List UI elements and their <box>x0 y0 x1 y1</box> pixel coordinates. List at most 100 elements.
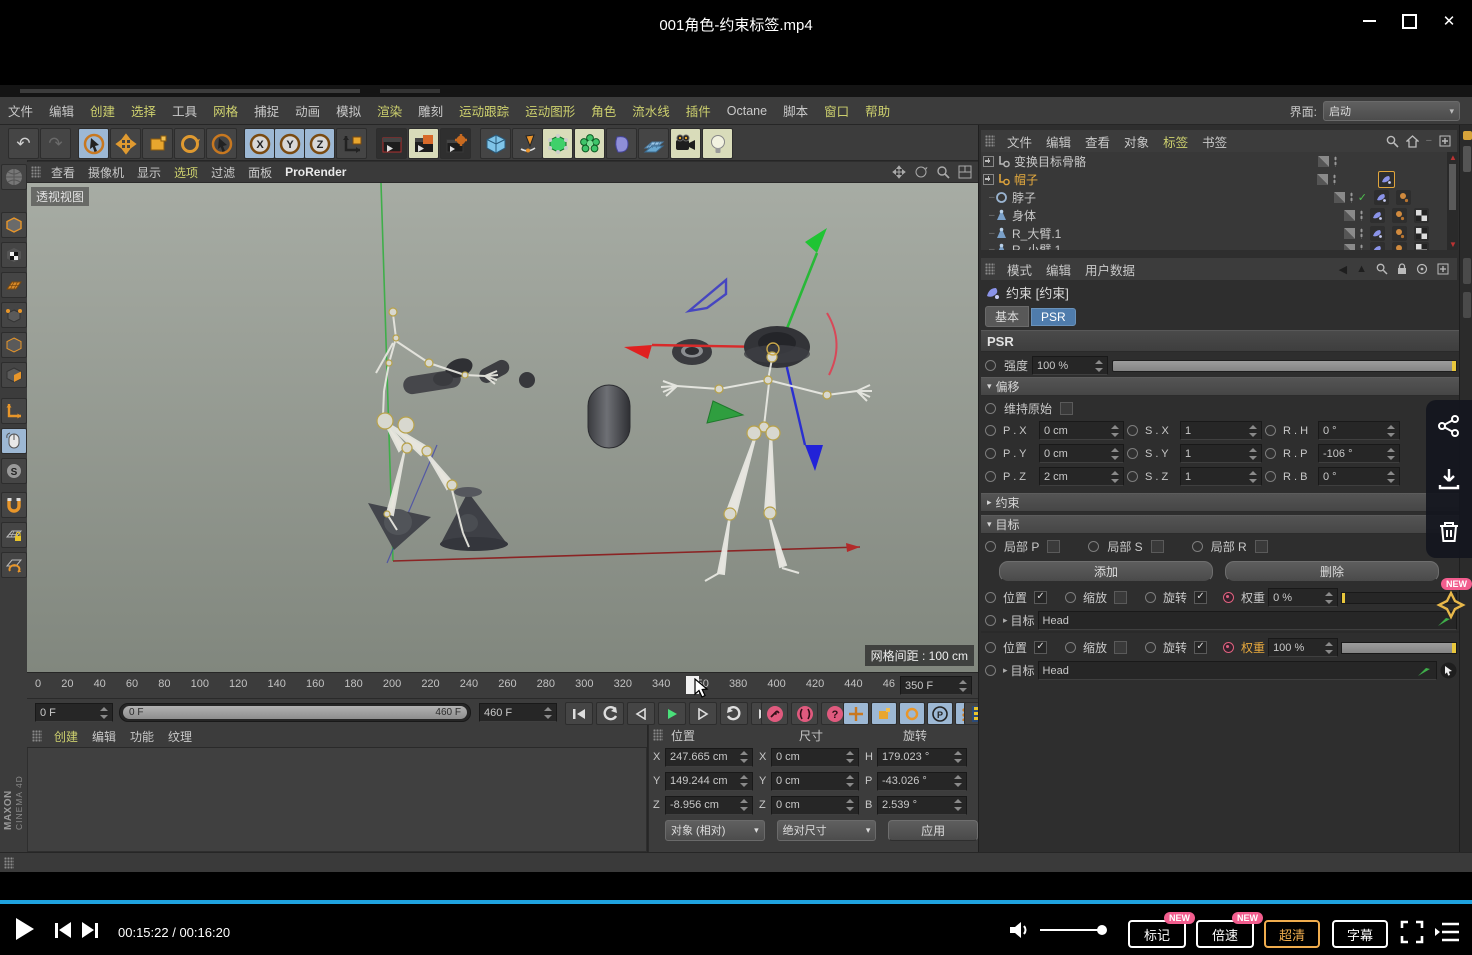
layer-toggle-icon[interactable] <box>1344 210 1355 221</box>
mat-menu-function[interactable]: 功能 <box>130 728 154 745</box>
rot-h-field[interactable]: 179.023 ° <box>877 748 967 767</box>
pick-arrow-icon[interactable] <box>1417 664 1432 677</box>
texture-tag-icon[interactable] <box>1414 242 1429 250</box>
menu-mesh[interactable]: 网格 <box>213 101 238 120</box>
layer-toggle-icon[interactable] <box>1344 228 1355 239</box>
current-frame-field[interactable]: 350 F <box>900 676 972 695</box>
prev-frame-button[interactable] <box>627 702 655 725</box>
target-field-2[interactable]: Head <box>1038 661 1437 680</box>
sculpt-sphere-button[interactable] <box>1 164 27 190</box>
delete-target-button[interactable]: 删除 <box>1225 561 1439 582</box>
home-icon[interactable] <box>1406 135 1419 148</box>
lock-icon[interactable] <box>1397 263 1407 275</box>
parent-up-icon[interactable]: ▲ <box>1356 263 1367 275</box>
weight-slider-2[interactable] <box>1341 642 1457 654</box>
tree-row-body[interactable]: – 身体 <box>981 206 1447 224</box>
rot-b-field[interactable]: 2.539 ° <box>877 796 967 815</box>
play-button-c4d[interactable] <box>658 702 686 725</box>
viewport-solo-button[interactable] <box>1 428 27 454</box>
tree-row-lower-arm[interactable]: – R_小臂.1 <box>981 242 1447 250</box>
key-circle-icon[interactable] <box>985 471 996 482</box>
om-menu-view[interactable]: 查看 <box>1085 132 1110 151</box>
key-circle-icon[interactable] <box>985 360 996 371</box>
rotation-checkbox[interactable]: ✓ <box>1194 591 1207 604</box>
lock-z-button[interactable]: Z <box>304 128 335 159</box>
keep-original-checkbox[interactable] <box>1060 402 1073 415</box>
am-menu-userdata[interactable]: 用户数据 <box>1085 260 1135 279</box>
axis-mode-button[interactable] <box>1 398 27 424</box>
play-button[interactable] <box>16 918 34 940</box>
prev-tool-button[interactable] <box>206 128 237 159</box>
render-view-button[interactable] <box>376 128 407 159</box>
strength-slider[interactable] <box>1112 360 1457 372</box>
stepper-icon[interactable] <box>544 707 552 719</box>
constraint-tag-icon[interactable] <box>1370 226 1385 241</box>
tree-row-hat[interactable]: 帽子 <box>981 170 1447 188</box>
local-r-checkbox[interactable] <box>1255 540 1268 553</box>
scale-tool-button[interactable] <box>142 128 173 159</box>
key-circle-icon[interactable] <box>1192 541 1203 552</box>
mat-menu-edit[interactable]: 编辑 <box>92 728 116 745</box>
panel-grip[interactable] <box>31 166 41 178</box>
speed-button[interactable]: 倍速 <box>1196 920 1254 948</box>
vp-menu-filter[interactable]: 过滤 <box>211 164 235 181</box>
om-menu-edit[interactable]: 编辑 <box>1046 132 1071 151</box>
menu-script[interactable]: 脚本 <box>783 101 808 120</box>
vp-menu-panel[interactable]: 面板 <box>248 164 272 181</box>
pin-tool[interactable]: NEW <box>1432 578 1472 624</box>
vp-menu-view[interactable]: 查看 <box>51 164 75 181</box>
add-camera-button[interactable] <box>670 128 701 159</box>
key-circle-red-icon[interactable] <box>1223 642 1234 653</box>
menu-create[interactable]: 创建 <box>90 101 115 120</box>
panel-grip[interactable] <box>653 729 663 741</box>
menu-render[interactable]: 渲染 <box>377 101 402 120</box>
render-settings-button[interactable] <box>440 128 471 159</box>
lock-x-button[interactable]: X <box>244 128 275 159</box>
grid-rotate-button[interactable] <box>1 552 27 578</box>
download-icon[interactable] <box>1437 467 1461 491</box>
local-p-checkbox[interactable] <box>1047 540 1060 553</box>
model-mode-button[interactable] <box>1 212 27 238</box>
record-keyframe-button[interactable] <box>761 702 788 725</box>
range-slider[interactable]: 0 F 460 F <box>119 703 471 722</box>
orbit-view-icon[interactable] <box>914 165 928 179</box>
add-generator-button[interactable] <box>542 128 573 159</box>
menu-character[interactable]: 角色 <box>591 101 616 120</box>
texture-tag-icon[interactable] <box>1414 208 1429 223</box>
object-picker-icon[interactable] <box>1440 662 1457 679</box>
pan-view-icon[interactable] <box>892 165 906 179</box>
rot-p-field[interactable]: -43.026 ° <box>877 772 967 791</box>
polygons-mode-button[interactable] <box>1 362 27 388</box>
key-circle-icon[interactable] <box>985 403 996 414</box>
vp-menu-prorender[interactable]: ProRender <box>285 165 346 179</box>
size-x-field[interactable]: 0 cm <box>771 748 859 767</box>
add-primitive-button[interactable] <box>480 128 511 159</box>
minimize-button[interactable] <box>1354 8 1384 34</box>
om-menu-bookmarks[interactable]: 书签 <box>1202 132 1227 151</box>
collapse-icon[interactable]: − <box>1426 135 1432 147</box>
delete-icon[interactable] <box>1438 520 1460 544</box>
add-field-button[interactable] <box>606 128 637 159</box>
rp-field[interactable]: -106 ° <box>1318 444 1400 463</box>
points-mode-button[interactable] <box>1 302 27 328</box>
panel-grip[interactable] <box>32 730 42 742</box>
key-circle-icon[interactable] <box>1127 448 1138 459</box>
undo-button[interactable]: ↶ <box>8 128 39 159</box>
rotate-tool-button[interactable] <box>174 128 205 159</box>
constraint-tag-icon[interactable] <box>1370 242 1385 250</box>
weight-tag-icon[interactable] <box>1392 242 1407 250</box>
stepper-icon[interactable] <box>100 707 108 719</box>
weight-tag-icon[interactable] <box>1392 208 1407 223</box>
next-video-button[interactable] <box>82 922 98 938</box>
menu-plugins[interactable]: 插件 <box>686 101 711 120</box>
key-circle-icon[interactable] <box>1145 642 1156 653</box>
enabled-check-icon[interactable]: ✓ <box>1358 191 1367 204</box>
scroll-down-icon[interactable]: ▼ <box>1449 240 1457 249</box>
live-selection-button[interactable] <box>78 128 109 159</box>
sy-field[interactable]: 1 <box>1180 444 1262 463</box>
close-button[interactable]: ✕ <box>1434 8 1464 34</box>
menu-edit[interactable]: 编辑 <box>49 101 74 120</box>
key-circle-icon[interactable] <box>985 615 996 626</box>
sz-field[interactable]: 1 <box>1180 467 1262 486</box>
layer-toggle-icon[interactable] <box>1344 244 1355 251</box>
